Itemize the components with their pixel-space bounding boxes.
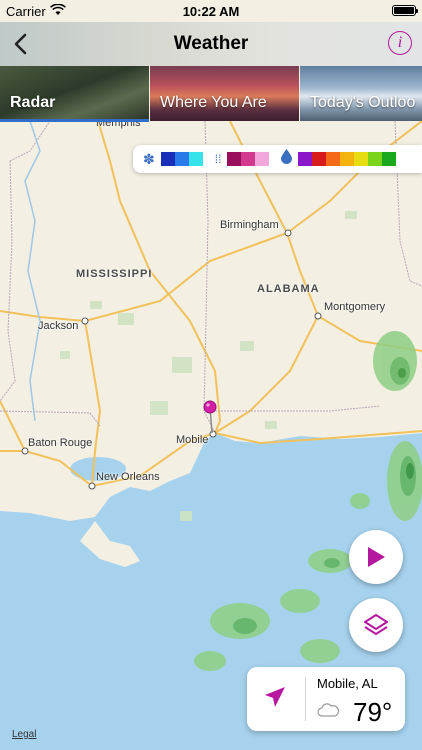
legend-swatch-rain-3	[326, 152, 341, 166]
wifi-icon	[49, 2, 66, 19]
legend-swatch-rain-4	[340, 152, 355, 166]
legend-swatch-mix-1	[227, 152, 242, 166]
location-city: Mobile, AL	[317, 676, 378, 691]
navigation-bar: Weather i	[0, 22, 422, 66]
selected-tab-indicator	[0, 119, 149, 122]
card-divider	[305, 677, 306, 721]
info-button[interactable]: i	[388, 31, 412, 55]
chevron-left-icon	[14, 33, 27, 55]
city-label-new-orleans: New Orleans	[96, 471, 160, 483]
legend-swatch-mix-2	[241, 152, 256, 166]
current-temperature: 79°	[353, 697, 393, 727]
play-icon	[368, 547, 385, 567]
carrier-label: Carrier	[6, 3, 46, 19]
radar-legend: ✽ ⁞⁞	[133, 145, 422, 173]
state-label-alabama: ALABAMA	[257, 283, 320, 295]
battery-icon	[388, 4, 418, 19]
legend-swatch-rain-1	[298, 152, 313, 166]
back-button[interactable]	[6, 30, 34, 58]
legend-swatch-rain-6	[368, 152, 383, 166]
tab-where-you-are-label: Where You Are	[160, 94, 267, 111]
legend-swatch-snow-2	[174, 152, 189, 166]
state-label-mississippi: MISSISSIPPI	[76, 268, 153, 280]
category-tabs: Radar Where You Are Today's Outloo	[0, 66, 422, 121]
city-label-birmingham: Birmingham	[220, 219, 279, 231]
sleet-icon: ⁞⁞	[214, 152, 222, 166]
play-radar-button[interactable]	[349, 530, 403, 584]
city-label-montgomery: Montgomery	[324, 301, 386, 313]
city-label-baton-rouge: Baton Rouge	[28, 437, 93, 449]
current-location-card[interactable]: Mobile, AL 79°	[247, 667, 405, 731]
cloud-icon	[317, 703, 339, 722]
legend-swatch-rain-2	[312, 152, 327, 166]
carrier-group: Carrier	[6, 2, 66, 19]
legend-swatch-rain-7	[382, 152, 397, 166]
map-canvas	[0, 121, 422, 750]
radar-map[interactable]: Memphis Birmingham Jackson Montgomery Ba…	[0, 121, 422, 750]
snowflake-icon: ✽	[143, 150, 155, 167]
tab-todays-outlook[interactable]: Today's Outloo	[300, 66, 422, 121]
tab-radar-label: Radar	[10, 94, 56, 111]
legend-swatch-rain-5	[354, 152, 369, 166]
location-arrow-icon[interactable]	[263, 685, 287, 714]
page-title: Weather	[173, 33, 249, 54]
legend-swatch-snow-1	[160, 152, 175, 166]
raindrop-icon	[281, 149, 293, 169]
city-label-jackson: Jackson	[38, 320, 79, 332]
status-bar: Carrier 10:22 AM	[0, 0, 422, 22]
map-layers-button[interactable]	[349, 598, 403, 652]
info-icon: i	[397, 34, 403, 51]
legend-swatch-mix-3	[255, 152, 270, 166]
tab-radar[interactable]: Radar	[0, 66, 149, 121]
legend-swatch-snow-3	[188, 152, 203, 166]
city-label-memphis: Memphis	[96, 121, 141, 129]
city-label-mobile: Mobile	[176, 434, 209, 446]
tab-where-you-are[interactable]: Where You Are	[150, 66, 299, 121]
tab-todays-outlook-label: Today's Outloo	[310, 94, 416, 111]
layers-icon	[364, 614, 388, 635]
legal-link[interactable]: Legal	[12, 729, 36, 740]
